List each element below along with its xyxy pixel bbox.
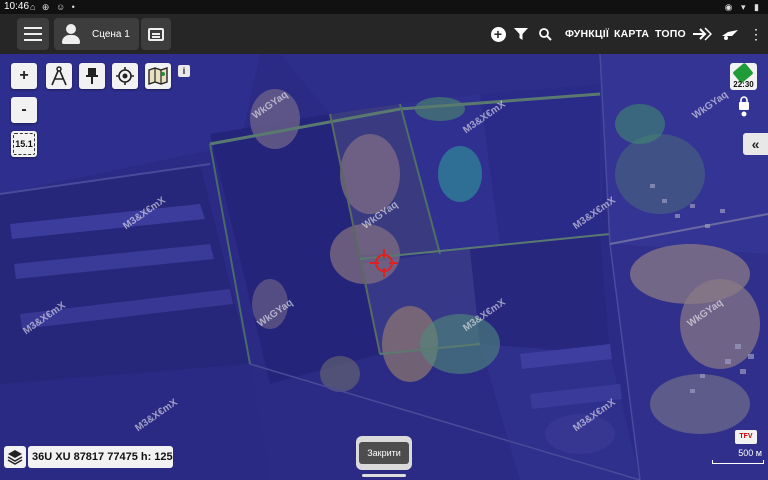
- close-button-label: Закрити: [359, 442, 409, 464]
- chat-icon: [148, 27, 164, 41]
- filter-icon: [514, 28, 528, 40]
- gps-status-button[interactable]: 22:30: [730, 62, 757, 90]
- scene-label: Сцена 1: [92, 28, 130, 40]
- collapse-panel-button[interactable]: «: [743, 133, 768, 155]
- drone-button[interactable]: [720, 14, 740, 54]
- filter-button[interactable]: [514, 14, 530, 54]
- hamburger-icon: [24, 27, 42, 41]
- zoom-level-value: 15.1: [15, 139, 33, 149]
- map-menu[interactable]: КАРТА: [614, 14, 649, 54]
- status-notification-icons: ⌂ ⊕ ☺ •: [30, 2, 77, 12]
- add-button[interactable]: +: [489, 14, 507, 54]
- drone-icon: [722, 30, 738, 40]
- map-layer-button[interactable]: [145, 63, 171, 89]
- functions-menu[interactable]: ФУНКЦІЇ: [565, 14, 609, 54]
- search-icon: [539, 27, 552, 41]
- zoom-in-button[interactable]: +: [11, 63, 37, 89]
- add-pin-button[interactable]: [79, 63, 105, 89]
- scale-line: [712, 460, 764, 464]
- lock-icon[interactable]: [736, 96, 752, 118]
- measure-button[interactable]: [46, 63, 72, 89]
- coordinates-display[interactable]: 36U XU 87817 77475 h: 125: [28, 446, 173, 468]
- chat-button[interactable]: [141, 18, 171, 50]
- scale-label: 500 м: [738, 448, 762, 458]
- top-toolbar: Сцена 1: [0, 14, 768, 54]
- info-button[interactable]: i: [178, 65, 190, 77]
- layers-icon: [7, 450, 23, 465]
- pushpin-icon: [86, 68, 98, 84]
- layers-button[interactable]: [4, 446, 26, 468]
- status-time: 10:46: [4, 1, 30, 12]
- status-system-icons: ◉ ▾ ▮: [724, 2, 762, 12]
- folded-map-icon: [148, 67, 168, 85]
- gps-target-icon: [116, 67, 134, 85]
- zoom-out-button[interactable]: -: [11, 97, 37, 123]
- search-button[interactable]: [539, 14, 555, 54]
- home-indicator[interactable]: [362, 474, 406, 477]
- zoom-level-indicator[interactable]: 15.1: [11, 131, 37, 157]
- gps-time: 22:30: [733, 80, 754, 89]
- my-location-button[interactable]: [112, 63, 138, 89]
- menu-button[interactable]: [17, 18, 49, 50]
- minus-icon: -: [21, 101, 27, 118]
- plus-icon: +: [19, 67, 29, 84]
- scene-button[interactable]: Сцена 1: [54, 18, 139, 50]
- close-button[interactable]: Закрити: [356, 436, 412, 470]
- compass-drafting-icon: [51, 66, 67, 86]
- crosshair-icon: [370, 249, 398, 277]
- status-bar: 10:46 ⌂ ⊕ ☺ • ◉ ▾ ▮: [0, 0, 768, 14]
- user-icon: [62, 24, 82, 44]
- scale-bar: 500 м: [712, 448, 764, 464]
- route-icon: [693, 27, 712, 41]
- more-button[interactable]: ⋮: [749, 14, 763, 54]
- route-button[interactable]: [692, 14, 712, 54]
- tfv-badge[interactable]: TFV: [735, 430, 757, 444]
- plus-icon: +: [490, 26, 506, 42]
- topo-menu[interactable]: ТОПО: [655, 14, 686, 54]
- more-vertical-icon: ⋮: [749, 25, 763, 42]
